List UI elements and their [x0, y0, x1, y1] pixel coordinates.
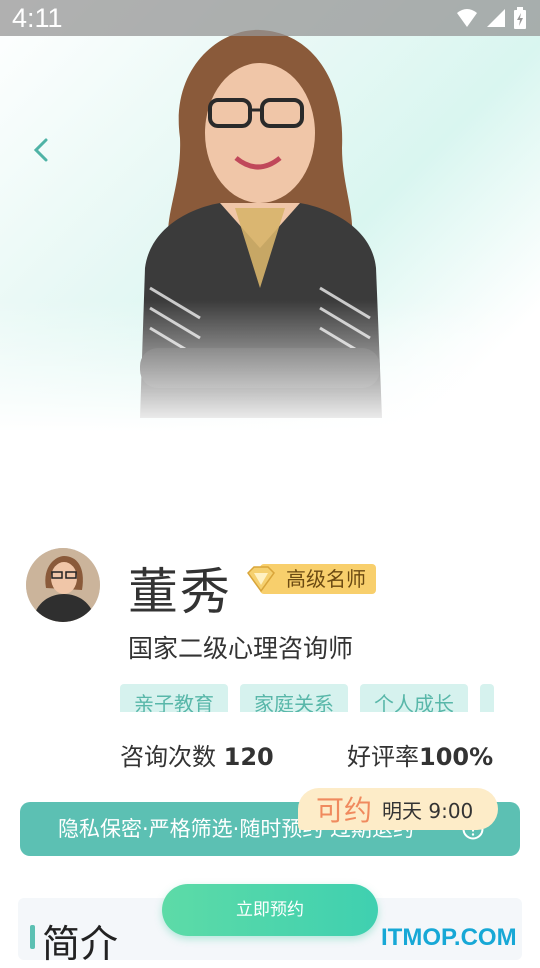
- watermark: ITMOP.COM: [381, 924, 517, 951]
- status-time: 4:11: [12, 3, 63, 33]
- back-chevron-icon[interactable]: [28, 136, 56, 164]
- tag-list: 亲子教育 家庭关系 个人成长: [120, 684, 540, 712]
- hero-header: [0, 0, 540, 520]
- avatar: [26, 548, 100, 622]
- counselor-title: 国家二级心理咨询师: [128, 634, 354, 663]
- consult-count-value: 120: [223, 743, 274, 771]
- availability-label: 可约: [316, 794, 373, 827]
- consult-count: 咨询次数 120: [120, 737, 274, 772]
- hero-fade: [0, 300, 540, 520]
- availability-bubble: 可约 明天 9:00: [298, 788, 498, 830]
- consult-count-label: 咨询次数: [120, 743, 216, 771]
- tag-item[interactable]: 家庭关系: [240, 684, 348, 712]
- status-icons: [456, 7, 526, 29]
- avatar-image: [26, 548, 100, 622]
- level-badge: 高级名师: [246, 563, 376, 595]
- status-bar: 4:11: [0, 0, 540, 36]
- tag-item[interactable]: 亲子教育: [120, 684, 228, 712]
- rating-label: 好评率: [347, 743, 419, 771]
- battery-icon: [514, 7, 526, 29]
- rating-value: 100%: [419, 743, 494, 771]
- tag-item[interactable]: 个人成长: [360, 684, 468, 712]
- diamond-icon: [247, 566, 275, 593]
- rating: 好评率100%: [347, 737, 493, 772]
- tag-item[interactable]: [480, 684, 495, 712]
- book-now-button[interactable]: 立即预约: [162, 884, 378, 936]
- intro-accent-bar: [30, 925, 35, 949]
- availability-time: 明天 9:00: [382, 798, 474, 823]
- badge-label: 高级名师: [260, 564, 376, 594]
- wifi-icon: [457, 9, 477, 27]
- counselor-name: 董秀: [128, 563, 232, 621]
- signal-icon: [487, 9, 505, 27]
